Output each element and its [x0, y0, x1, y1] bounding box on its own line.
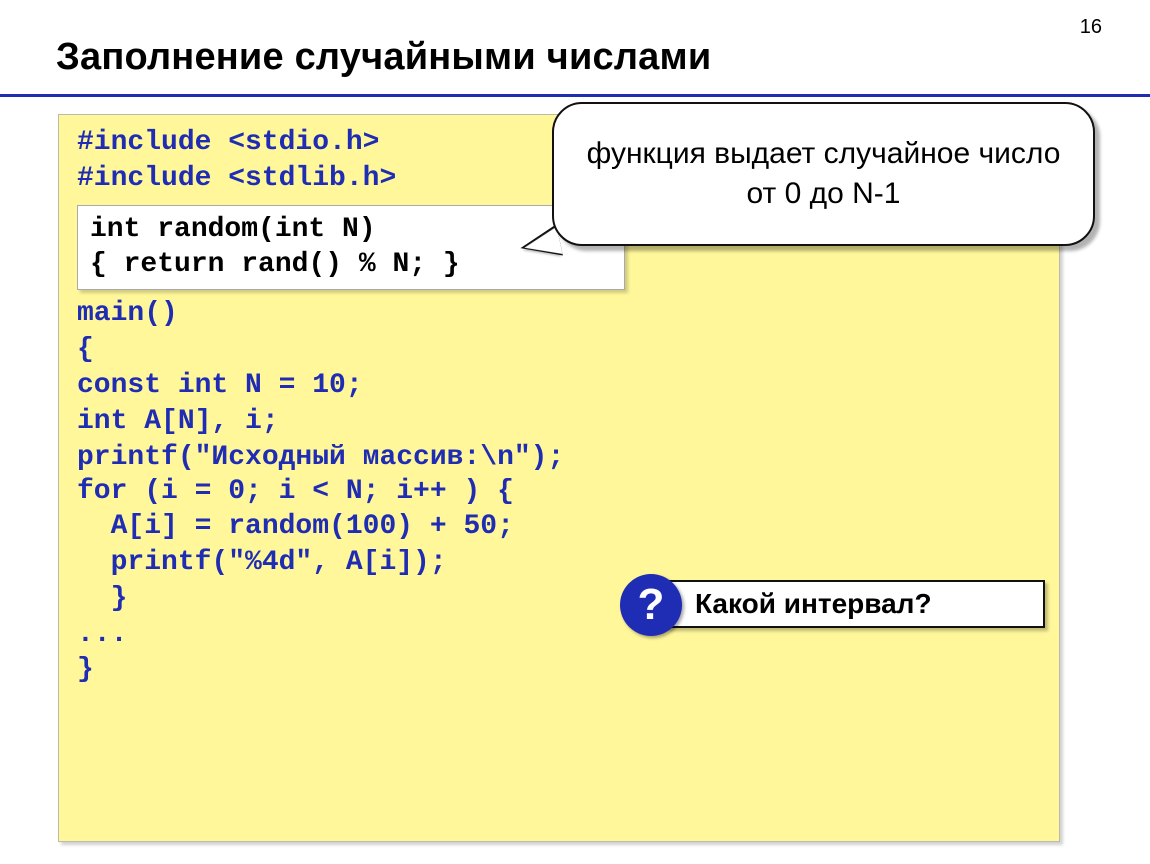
code-line: const int N = 10;: [77, 368, 1041, 404]
slide-title: Заполнение случайными числами: [56, 36, 711, 79]
code-line: for (i = 0; i < N; i++ ) {: [77, 475, 1041, 509]
title-underline: [0, 94, 1150, 97]
code-line: printf("%4d", A[i]);: [77, 545, 1041, 581]
callout-function-desc: функция выдает случайное число от 0 до N…: [552, 102, 1095, 246]
code-line: int A[N], i;: [77, 404, 1041, 440]
code-line: main(): [77, 296, 1041, 332]
question-icon: ?: [620, 574, 682, 636]
page-number: 16: [1080, 16, 1102, 39]
callout-question: Какой интервал?: [665, 580, 1045, 628]
code-line: A[i] = random(100) + 50;: [77, 509, 1041, 545]
code-line: printf("Исходный массив:\n");: [77, 440, 1041, 476]
code-line: {: [77, 332, 1041, 368]
code-line: }: [77, 652, 1041, 688]
